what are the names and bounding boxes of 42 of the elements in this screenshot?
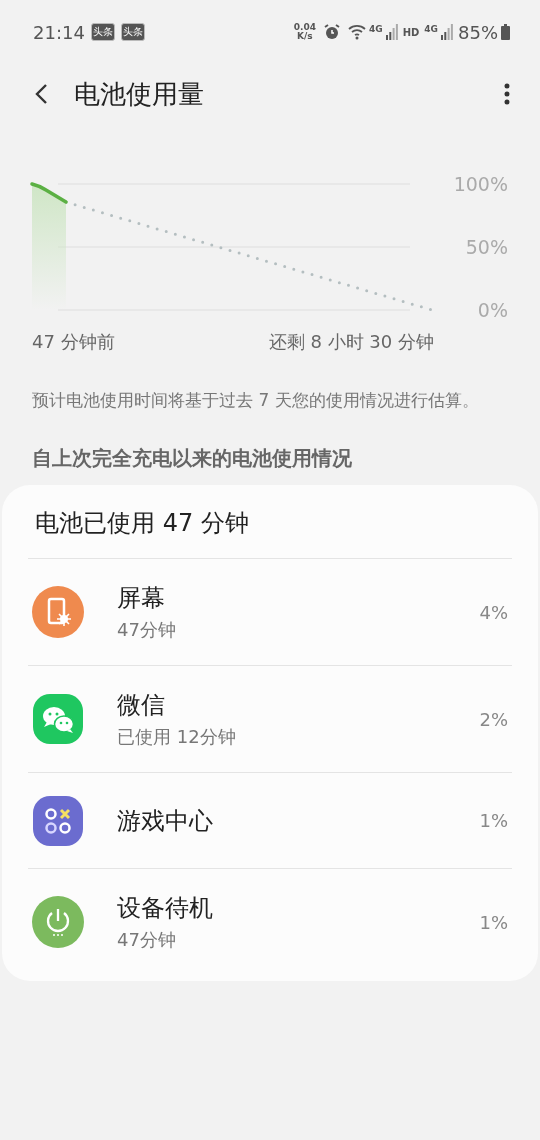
app-usage-row[interactable]: 微信 已使用 12分钟 2% [28, 665, 512, 772]
app-name: 游戏中心 [117, 805, 214, 837]
app-usage-row[interactable]: 屏幕 47分钟 4% [28, 558, 512, 665]
app-usage-row[interactable]: 设备待机 47分钟 1% [28, 868, 512, 975]
notification-icon: 头条 [90, 23, 115, 41]
chat-bubbles-icon [32, 693, 84, 745]
alarm-icon [323, 23, 341, 41]
circles-cross-icon [32, 794, 84, 847]
axis-tick-label: 100% [453, 173, 508, 195]
hd-label: HD [402, 26, 420, 38]
axis-label: 47 分钟前 [32, 330, 115, 354]
axis-tick-label: 0% [477, 299, 508, 321]
page-title: 电池使用量 [74, 77, 205, 111]
usage-time: 47分钟 [117, 928, 177, 952]
notification-icon: 头条 [120, 23, 145, 41]
axis-label: 还剩 8 小时 30 分钟 [268, 330, 434, 354]
battery-percent: 85% [458, 21, 498, 43]
app-name: 屏幕 [117, 583, 166, 614]
usage-time: 47分钟 [117, 618, 177, 642]
power-icon [32, 896, 84, 948]
signal-icon [385, 24, 398, 40]
usage-summary: 电池已使用 47 分钟 [34, 508, 250, 539]
network-type: 4G [424, 23, 438, 34]
app-name: 设备待机 [117, 893, 214, 924]
tablet-gear-icon [32, 586, 84, 638]
battery-icon [501, 24, 510, 40]
usage-percent: 1% [479, 911, 508, 933]
network-type: 4G [369, 23, 383, 34]
more-options-icon[interactable] [504, 83, 510, 105]
estimate-note: 预计电池使用时间将基于过去 7 天您的使用情况进行估算。 [32, 389, 480, 412]
usage-percent: 2% [479, 708, 508, 730]
signal-icon [441, 24, 453, 40]
app-usage-row[interactable]: 游戏中心 1% [28, 772, 512, 868]
section-title: 自上次完全充电以来的电池使用情况 [32, 445, 353, 472]
axis-tick-label: 50% [465, 236, 508, 258]
network-speed: 0.04 K/s [293, 23, 316, 41]
usage-time: 已使用 12分钟 [117, 725, 237, 749]
usage-percent: 4% [479, 601, 508, 623]
app-name: 微信 [117, 690, 166, 721]
wifi-icon [348, 24, 366, 40]
clock-time: 21:14 [33, 21, 85, 43]
usage-percent: 1% [479, 810, 508, 831]
